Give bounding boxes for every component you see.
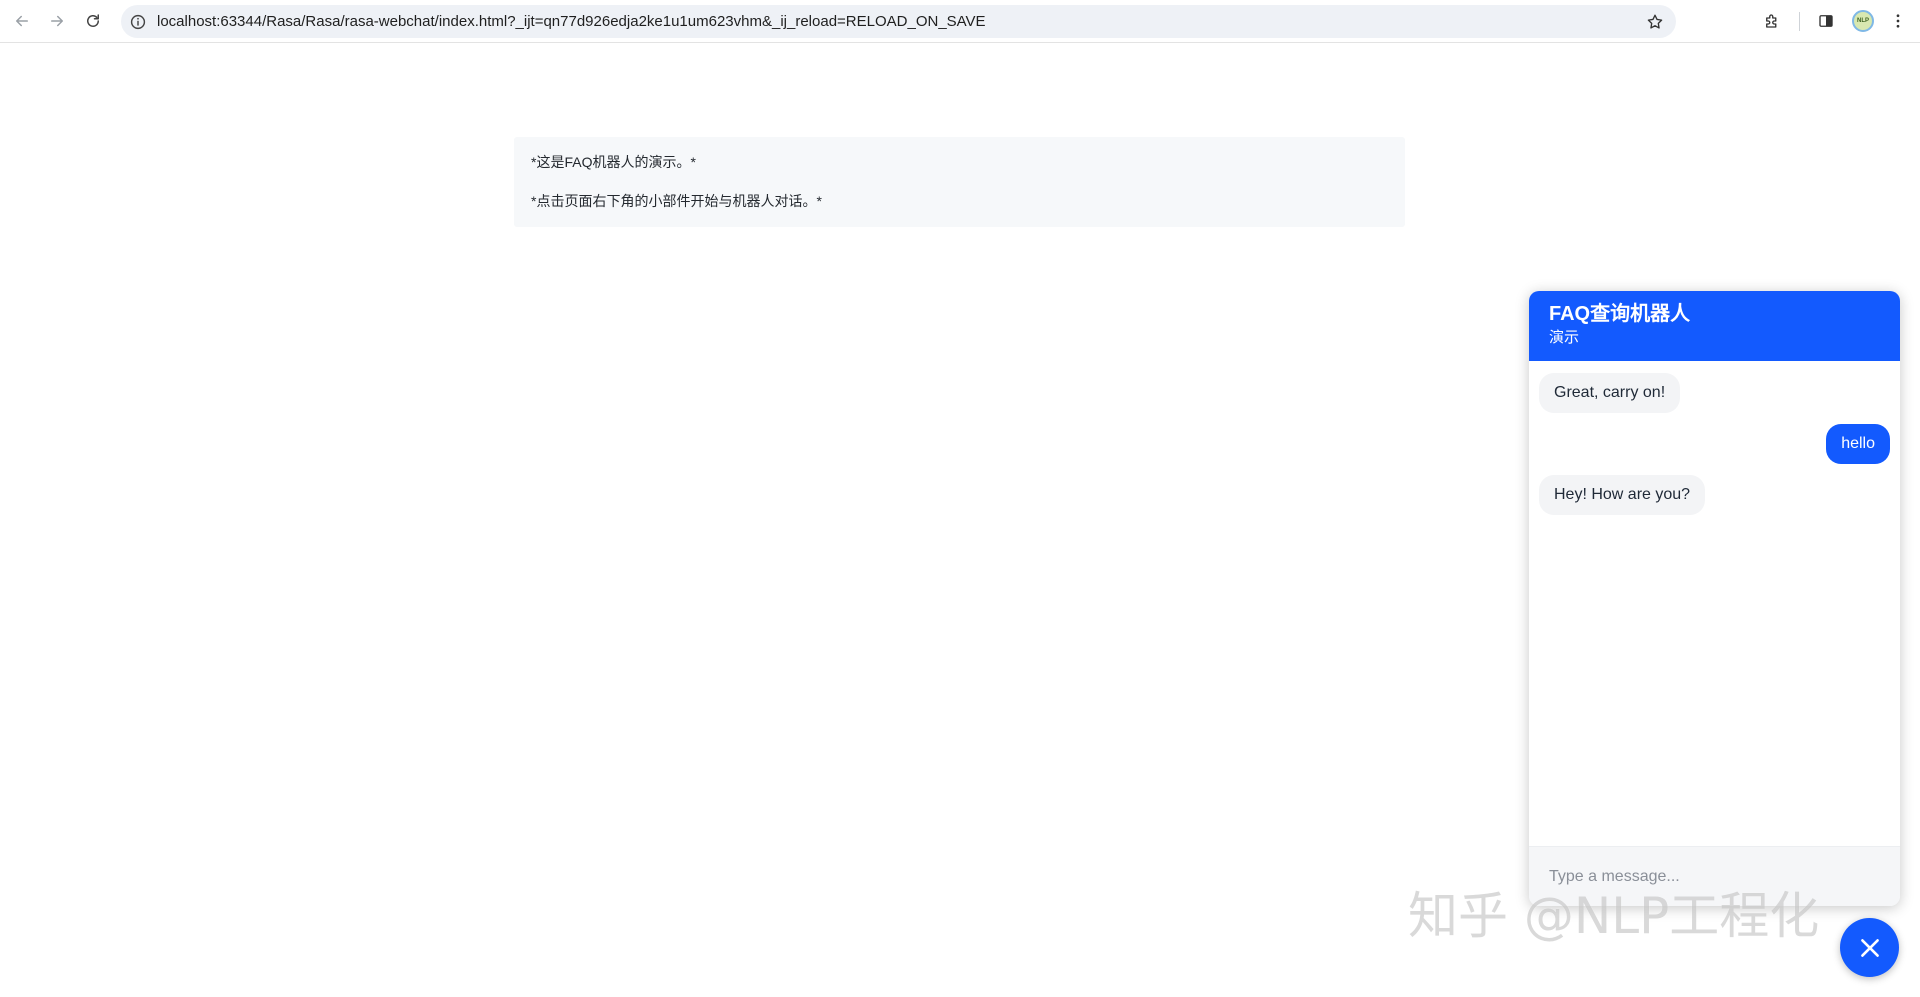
user-message: hello	[1826, 424, 1890, 464]
star-icon[interactable]	[1645, 12, 1664, 31]
message-input[interactable]	[1549, 865, 1879, 889]
message-row: Hey! How are you?	[1539, 475, 1890, 515]
toolbar-divider	[1799, 12, 1800, 31]
extensions-icon[interactable]	[1759, 8, 1785, 34]
profile-avatar[interactable]: NLP	[1852, 10, 1874, 32]
browser-toolbar: localhost:63344/Rasa/Rasa/rasa-webchat/i…	[0, 0, 1920, 43]
chat-header: FAQ查询机器人 演示	[1529, 291, 1900, 361]
close-icon	[1860, 938, 1879, 957]
bot-message: Hey! How are you?	[1539, 475, 1706, 515]
forward-icon[interactable]	[44, 8, 70, 34]
chat-title: FAQ查询机器人	[1549, 303, 1691, 325]
back-icon[interactable]	[9, 8, 35, 34]
side-panel-icon[interactable]	[1813, 8, 1839, 34]
intro-box: *这是FAQ机器人的演示。* *点击页面右下角的小部件开始与机器人对话。*	[514, 137, 1405, 227]
chat-input-bar	[1529, 846, 1900, 906]
chat-messages[interactable]: Great, carry on! hello Hey! How are you?	[1529, 361, 1900, 837]
intro-line: *点击页面右下角的小部件开始与机器人对话。*	[531, 193, 822, 209]
bot-message: Great, carry on!	[1539, 373, 1681, 413]
chat-subtitle: 演示	[1549, 329, 1580, 346]
menu-icon[interactable]	[1885, 8, 1911, 34]
info-icon[interactable]	[129, 13, 146, 30]
chat-close-button[interactable]	[1840, 918, 1899, 977]
address-bar[interactable]: localhost:63344/Rasa/Rasa/rasa-webchat/i…	[121, 5, 1676, 38]
message-row: hello	[1539, 424, 1890, 464]
intro-line: *这是FAQ机器人的演示。*	[531, 154, 696, 170]
message-row: Great, carry on!	[1539, 373, 1890, 413]
reload-icon[interactable]	[80, 8, 106, 34]
url-text[interactable]: localhost:63344/Rasa/Rasa/rasa-webchat/i…	[157, 5, 986, 38]
chat-widget: FAQ查询机器人 演示 Great, carry on! hello Hey! …	[1529, 291, 1900, 906]
